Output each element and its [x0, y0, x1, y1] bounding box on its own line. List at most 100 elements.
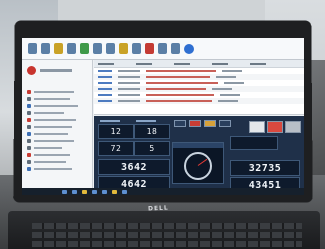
tree-status-icon	[27, 110, 31, 115]
table-cell	[146, 76, 210, 78]
warning-icon[interactable]	[119, 43, 128, 54]
tree-item[interactable]	[27, 144, 78, 151]
stop-icon[interactable]	[145, 43, 154, 54]
monitor-icon[interactable]	[93, 43, 102, 54]
table-cell	[146, 100, 212, 102]
tree-label	[34, 167, 72, 170]
tree-item[interactable]	[27, 102, 78, 109]
table-cell	[118, 94, 140, 96]
readout-tl-2: 18	[134, 124, 170, 139]
column-header	[250, 62, 266, 65]
table-cell	[118, 100, 140, 102]
readout-bl-1: 3642	[98, 159, 170, 175]
dell-logo: DELL	[147, 204, 169, 213]
readout-value: 3642	[120, 161, 148, 173]
tree-label	[34, 146, 62, 149]
tree-label	[34, 104, 78, 107]
tree-item[interactable]	[27, 151, 78, 158]
tree-status-icon	[27, 103, 31, 108]
status-indicator	[174, 120, 186, 127]
readout-ml-2: 5	[134, 141, 170, 156]
app-toolbar	[22, 38, 304, 60]
file-icon[interactable]	[28, 43, 37, 54]
report-icon[interactable]	[158, 43, 167, 54]
module-tree	[27, 88, 78, 172]
column-header	[136, 62, 152, 65]
readout-value: 72	[110, 144, 122, 153]
tools-icon[interactable]	[132, 43, 141, 54]
start-icon[interactable]	[62, 189, 67, 194]
tree-item[interactable]	[27, 116, 78, 123]
readout-value: 12	[110, 127, 122, 136]
table-cell	[146, 94, 214, 96]
table-header	[94, 60, 304, 68]
tree-item[interactable]	[27, 130, 78, 137]
tree-item[interactable]	[27, 165, 78, 172]
tree-status-icon	[27, 117, 31, 122]
tree-status-icon	[27, 152, 31, 157]
folder-icon[interactable]	[82, 189, 87, 194]
table-cell	[216, 76, 236, 78]
tab-button[interactable]	[285, 121, 301, 133]
tree-item[interactable]	[27, 95, 78, 102]
settings-icon[interactable]	[67, 43, 76, 54]
table-cell	[98, 82, 112, 84]
table-cell	[146, 70, 216, 72]
tab-button[interactable]	[267, 121, 283, 133]
gauge-label	[100, 120, 120, 122]
tree-label	[34, 118, 76, 121]
alert-icon	[27, 66, 36, 75]
tree-item[interactable]	[27, 88, 78, 95]
open-icon[interactable]	[41, 43, 50, 54]
column-header	[174, 62, 190, 65]
table-cell	[98, 100, 112, 102]
keyboard-row	[32, 232, 302, 238]
table-cell	[218, 100, 238, 102]
tree-label	[34, 139, 74, 142]
table-cell	[224, 82, 244, 84]
readout-value: 18	[146, 127, 158, 136]
app-icon[interactable]	[102, 189, 107, 194]
laptop-keyboard-deck	[8, 211, 320, 249]
tree-status-icon	[27, 138, 31, 143]
tree-status-icon	[27, 96, 31, 101]
column-header	[98, 62, 114, 65]
folder-icon[interactable]	[54, 43, 63, 54]
tree-item[interactable]	[27, 137, 78, 144]
gauge-label	[136, 120, 156, 122]
help-icon[interactable]	[184, 43, 194, 54]
table-cell	[222, 70, 242, 72]
laptop-screen: 12 18 72 5 3642 4642 32735 43451	[22, 38, 304, 195]
app-icon[interactable]	[122, 189, 127, 194]
connect-icon[interactable]	[80, 43, 89, 54]
tree-status-icon	[27, 131, 31, 136]
status-indicator	[219, 120, 231, 127]
table-cell	[220, 94, 240, 96]
table-cell	[118, 88, 140, 90]
tree-label	[34, 153, 70, 156]
readout-r-1: 32735	[230, 160, 300, 176]
readout-tl-1: 12	[98, 124, 134, 139]
tree-status-icon	[27, 145, 31, 150]
tree-item[interactable]	[27, 158, 78, 165]
table-cell	[146, 88, 206, 90]
table-row[interactable]	[94, 98, 304, 104]
app-icon[interactable]	[112, 189, 117, 194]
table-cell	[118, 82, 140, 84]
table-cell	[98, 76, 112, 78]
browser-icon[interactable]	[92, 189, 97, 194]
table-cell	[118, 70, 140, 72]
column-header	[212, 62, 228, 65]
speed-gauge-title	[173, 143, 223, 148]
chart-icon[interactable]	[106, 43, 115, 54]
search-icon[interactable]	[72, 189, 77, 194]
tree-item[interactable]	[27, 123, 78, 130]
readout-ml-1: 72	[98, 141, 134, 156]
windows-taskbar	[22, 188, 304, 195]
tree-status-icon	[27, 89, 31, 94]
keyboard-row	[32, 241, 302, 247]
print-icon[interactable]	[171, 43, 180, 54]
tab-button[interactable]	[249, 121, 265, 133]
status-indicators	[174, 120, 231, 127]
tree-item[interactable]	[27, 109, 78, 116]
